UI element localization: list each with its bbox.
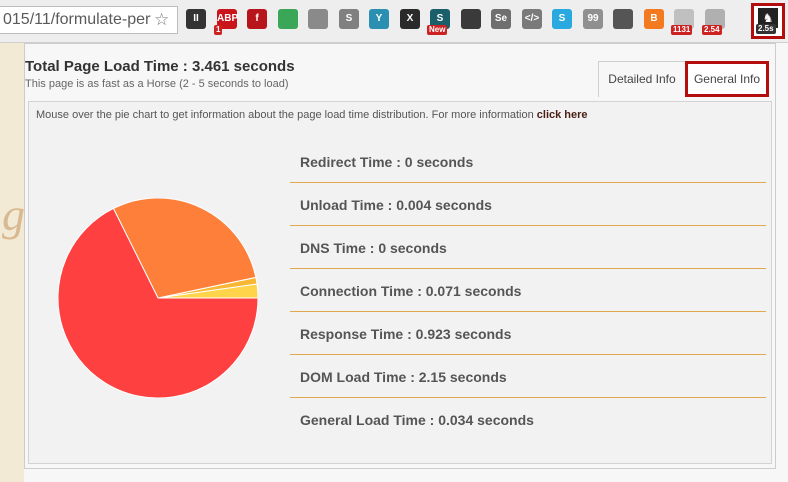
- puzzle-icon[interactable]: II: [186, 9, 206, 29]
- extension-popup: Total Page Load Time : 3.461 seconds Thi…: [24, 43, 776, 469]
- address-bar[interactable]: 015/11/formulate-perf ☆: [0, 6, 178, 34]
- list-item: Redirect Time : 0 seconds: [290, 140, 766, 183]
- bird-icon[interactable]: Y: [369, 9, 389, 29]
- general-load-time: General Load Time : 0.034 seconds: [300, 412, 534, 428]
- code-glyph: </>: [524, 13, 540, 24]
- selenium-icon[interactable]: Se: [491, 9, 511, 29]
- background-glyph: g: [2, 189, 25, 240]
- page-subtitle: This page is as fast as a Horse (2 - 5 s…: [25, 78, 289, 90]
- general-info-panel: Mouse over the pie chart to get informat…: [28, 101, 772, 464]
- hint-label: Mouse over the pie chart to get informat…: [36, 109, 534, 121]
- code-icon[interactable]: </>: [522, 9, 542, 29]
- redirect-time: Redirect Time : 0 seconds: [300, 154, 474, 170]
- load-time-pie-chart[interactable]: [58, 198, 258, 398]
- list-item: General Load Time : 0.034 seconds: [290, 398, 766, 441]
- page-load-time-extension-button[interactable]: ♞ 2.5s: [751, 3, 785, 39]
- tab-general-info[interactable]: General Info: [685, 61, 769, 97]
- map-icon[interactable]: [278, 9, 298, 29]
- hint-text: Mouse over the pie chart to get informat…: [36, 109, 588, 121]
- copy-icon[interactable]: [308, 9, 328, 29]
- load-time-badge: 2.5s: [756, 24, 776, 34]
- skype-glyph: S: [345, 13, 353, 24]
- blogger-glyph: B: [650, 13, 658, 24]
- adblock-plus-badge: 1: [214, 25, 223, 35]
- flash-glyph: f: [255, 13, 259, 24]
- adblock-plus-glyph: ABP: [217, 13, 239, 24]
- film-icon[interactable]: [461, 9, 481, 29]
- dom-load-time: DOM Load Time : 2.15 seconds: [300, 369, 507, 385]
- response-time: Response Time : 0.923 seconds: [300, 326, 512, 342]
- speed-gauge-badge: 1131: [671, 25, 693, 35]
- click-here-link[interactable]: click here: [537, 109, 588, 121]
- speed-gauge-icon[interactable]: 1131: [671, 9, 694, 35]
- bird-glyph: Y: [375, 13, 383, 24]
- right-edge: [775, 43, 788, 482]
- connection-time: Connection Time : 0.071 seconds: [300, 283, 522, 299]
- skype-blue-icon[interactable]: S: [552, 9, 572, 29]
- note-icon[interactable]: [613, 9, 633, 29]
- flash-icon[interactable]: f: [247, 9, 267, 29]
- skype-blue-glyph: S: [558, 13, 566, 24]
- list-item: DNS Time : 0 seconds: [290, 226, 766, 269]
- x-icon[interactable]: X: [400, 9, 420, 29]
- timing-list: Redirect Time : 0 seconds Unload Time : …: [290, 140, 766, 441]
- page-title: Total Page Load Time : 3.461 seconds: [25, 58, 295, 75]
- blogger-icon[interactable]: B: [644, 9, 664, 29]
- list-item: Response Time : 0.923 seconds: [290, 312, 766, 355]
- timer-badge: 2.54: [702, 25, 722, 35]
- list-item: Unload Time : 0.004 seconds: [290, 183, 766, 226]
- x-glyph: X: [406, 13, 414, 24]
- timer-icon[interactable]: 2.54: [702, 9, 725, 35]
- tab-detailed-info[interactable]: Detailed Info: [598, 61, 686, 97]
- browser-toolbar: 015/11/formulate-perf ☆ II ABP 1 f S Y X S New Se…: [0, 0, 788, 43]
- dns-time: DNS Time : 0 seconds: [300, 240, 447, 256]
- quote-icon[interactable]: 99: [583, 9, 603, 29]
- skype-icon[interactable]: S: [339, 9, 359, 29]
- bookmark-star-icon[interactable]: ☆: [154, 10, 169, 30]
- selenium-glyph: Se: [494, 13, 508, 24]
- background-page: g: [0, 43, 25, 482]
- s-new-badge: New: [427, 25, 448, 35]
- adblock-plus-icon[interactable]: ABP 1: [214, 9, 239, 35]
- s-new-glyph: S: [436, 13, 444, 24]
- quote-glyph: 99: [587, 13, 599, 24]
- list-item: Connection Time : 0.071 seconds: [290, 269, 766, 312]
- url-text[interactable]: 015/11/formulate-perf: [3, 11, 151, 29]
- puzzle-glyph: II: [193, 13, 199, 24]
- unload-time: Unload Time : 0.004 seconds: [300, 197, 492, 213]
- list-item: DOM Load Time : 2.15 seconds: [290, 355, 766, 398]
- s-new-icon[interactable]: S New: [427, 9, 450, 35]
